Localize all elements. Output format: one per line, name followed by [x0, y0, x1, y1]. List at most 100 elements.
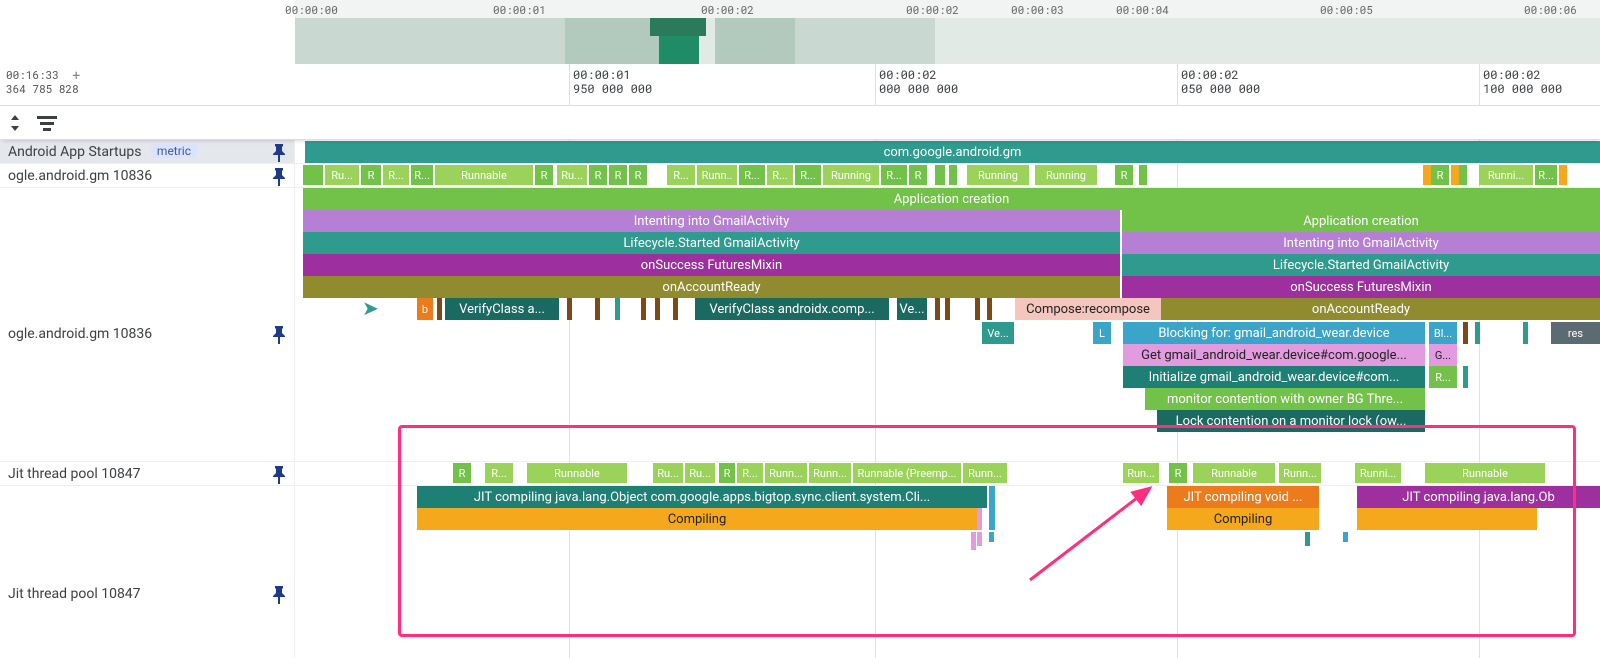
state[interactable]: [303, 165, 323, 185]
slice-mark[interactable]: [935, 298, 940, 320]
slice-onsuccess-right[interactable]: onSuccess FuturesMixin: [1122, 276, 1600, 298]
state[interactable]: [1451, 165, 1459, 185]
slice-jit2[interactable]: JIT compiling void ...: [1167, 486, 1319, 508]
track-thread-1-states[interactable]: ogle.android.gm 10836 Ru... R R... R... …: [0, 164, 1600, 188]
slice-mark[interactable]: [437, 298, 442, 320]
slice-jit3[interactable]: JIT compiling java.lang.Ob: [1357, 486, 1600, 508]
slice-lockc[interactable]: Lock contention on a monitor lock (ow...: [1157, 410, 1425, 432]
minimap[interactable]: 00:00:00 00:00:01 00:00:02 00:00:02 00:0…: [295, 0, 1600, 64]
slice-mark[interactable]: [673, 298, 678, 320]
slice-mark[interactable]: [989, 486, 995, 530]
state[interactable]: Run...: [1123, 463, 1159, 483]
slice-intenting-right[interactable]: Intenting into GmailActivity: [1122, 232, 1600, 254]
track-thread-1-detail[interactable]: ogle.android.gm 10836 Ve... L Blocking f…: [0, 322, 1600, 440]
slice-mark[interactable]: [595, 298, 600, 320]
state[interactable]: Ru...: [325, 165, 359, 185]
state[interactable]: R...: [667, 165, 695, 185]
state[interactable]: Runnable: [1425, 463, 1545, 483]
slice-get[interactable]: Get gmail_android_wear.device#com.google…: [1123, 344, 1425, 366]
state[interactable]: [1423, 165, 1431, 185]
slice-mark[interactable]: [971, 532, 976, 550]
state[interactable]: R...: [411, 165, 433, 185]
track-header[interactable]: ogle.android.gm 10836: [0, 164, 295, 187]
state[interactable]: Runnable: [435, 165, 533, 185]
slice-init[interactable]: Initialize gmail_android_wear.device#com…: [1123, 366, 1425, 388]
slice-mark[interactable]: [1463, 322, 1468, 344]
state[interactable]: R: [1169, 463, 1187, 483]
pin-icon[interactable]: [272, 466, 286, 488]
slice-onaccountready-right[interactable]: onAccountReady: [1122, 298, 1600, 320]
state[interactable]: Running: [967, 165, 1029, 185]
state[interactable]: Ru...: [653, 463, 683, 483]
slice-jit1[interactable]: JIT compiling java.lang.Object com.googl…: [417, 486, 987, 508]
slice-mark[interactable]: [1463, 366, 1468, 388]
state[interactable]: R: [1115, 165, 1133, 185]
slice-mark[interactable]: [975, 298, 980, 320]
state[interactable]: Runnable (Preemp...: [853, 463, 961, 483]
track-app-startups[interactable]: Android App Startups metric com.google.a…: [0, 140, 1600, 164]
slice-ve2[interactable]: Ve...: [982, 322, 1014, 344]
slice-g[interactable]: G...: [1429, 344, 1457, 366]
state[interactable]: R...: [881, 165, 907, 185]
slice-mark[interactable]: [977, 508, 982, 530]
slice-mark[interactable]: [977, 532, 982, 546]
state[interactable]: [1559, 165, 1567, 185]
state[interactable]: [935, 165, 945, 185]
pin-icon[interactable]: [272, 586, 286, 608]
state[interactable]: R...: [383, 165, 409, 185]
state[interactable]: Ru...: [685, 463, 715, 483]
track-header[interactable]: Jit thread pool 10847: [0, 582, 295, 658]
state[interactable]: Runn...: [1279, 463, 1321, 483]
slice-mark[interactable]: [1305, 532, 1310, 546]
state[interactable]: R: [361, 165, 381, 185]
slice-mark[interactable]: [641, 298, 646, 320]
slice-bl[interactable]: Bl...: [1429, 322, 1457, 344]
slice-monitor[interactable]: monitor contention with owner BG Thre...: [1145, 388, 1425, 410]
track-header[interactable]: Jit thread pool 10847: [0, 462, 295, 485]
slice-mark[interactable]: [989, 532, 994, 542]
state[interactable]: R: [535, 165, 553, 185]
state[interactable]: [1459, 165, 1467, 185]
state[interactable]: Runn..: [697, 165, 737, 185]
state[interactable]: Running: [823, 165, 879, 185]
state[interactable]: Runn...: [963, 463, 1007, 483]
track-jit-states[interactable]: Jit thread pool 10847 R R... Runnable Ru…: [0, 462, 1600, 486]
state[interactable]: R...: [737, 463, 763, 483]
slice-l[interactable]: L: [1093, 322, 1111, 344]
state[interactable]: R...: [485, 463, 513, 483]
expand-collapse-icon[interactable]: [4, 112, 26, 134]
slice-app-creation[interactable]: Application creation: [303, 188, 1600, 210]
state[interactable]: R...: [1535, 165, 1557, 185]
track-jit-slices[interactable]: JIT compiling java.lang.Object com.googl…: [0, 486, 1600, 532]
slice-mark[interactable]: [567, 298, 572, 320]
slice-intenting[interactable]: Intenting into GmailActivity: [303, 210, 1120, 232]
slice-res[interactable]: res: [1551, 322, 1600, 344]
filter-icon[interactable]: [36, 112, 58, 134]
slice-mark[interactable]: [987, 298, 992, 320]
pin-icon[interactable]: [272, 168, 286, 190]
slice-mark[interactable]: [945, 298, 950, 320]
slice-mark[interactable]: [1523, 322, 1528, 344]
state[interactable]: R: [1431, 165, 1449, 185]
pin-icon[interactable]: [272, 326, 286, 348]
state[interactable]: Runni...: [1479, 165, 1533, 185]
slice-mark[interactable]: [655, 298, 660, 320]
slice-lifecycle-right[interactable]: Lifecycle.Started GmailActivity: [1122, 254, 1600, 276]
slice-mark[interactable]: [615, 298, 620, 320]
track-main-thread-slices[interactable]: Application creation Intenting into Gmai…: [0, 188, 1600, 322]
track-header[interactable]: ogle.android.gm 10836: [0, 322, 295, 440]
slice-b[interactable]: b: [417, 298, 433, 320]
state[interactable]: R: [589, 165, 607, 185]
state[interactable]: R...: [739, 165, 765, 185]
state[interactable]: Running: [1035, 165, 1097, 185]
slice-verifyclass-2[interactable]: VerifyClass androidx.comp...: [695, 298, 889, 320]
slice-comp2[interactable]: Compiling: [1167, 508, 1319, 530]
pin-icon[interactable]: [272, 144, 286, 166]
state[interactable]: R: [629, 165, 647, 185]
slice-verifyclass[interactable]: VerifyClass a...: [445, 298, 559, 320]
state[interactable]: R: [609, 165, 627, 185]
slice-onaccountready[interactable]: onAccountReady: [303, 276, 1120, 298]
slice-ve[interactable]: Ve...: [897, 298, 927, 320]
track-jit-2[interactable]: Jit thread pool 10847: [0, 582, 1600, 658]
state[interactable]: [949, 165, 957, 185]
